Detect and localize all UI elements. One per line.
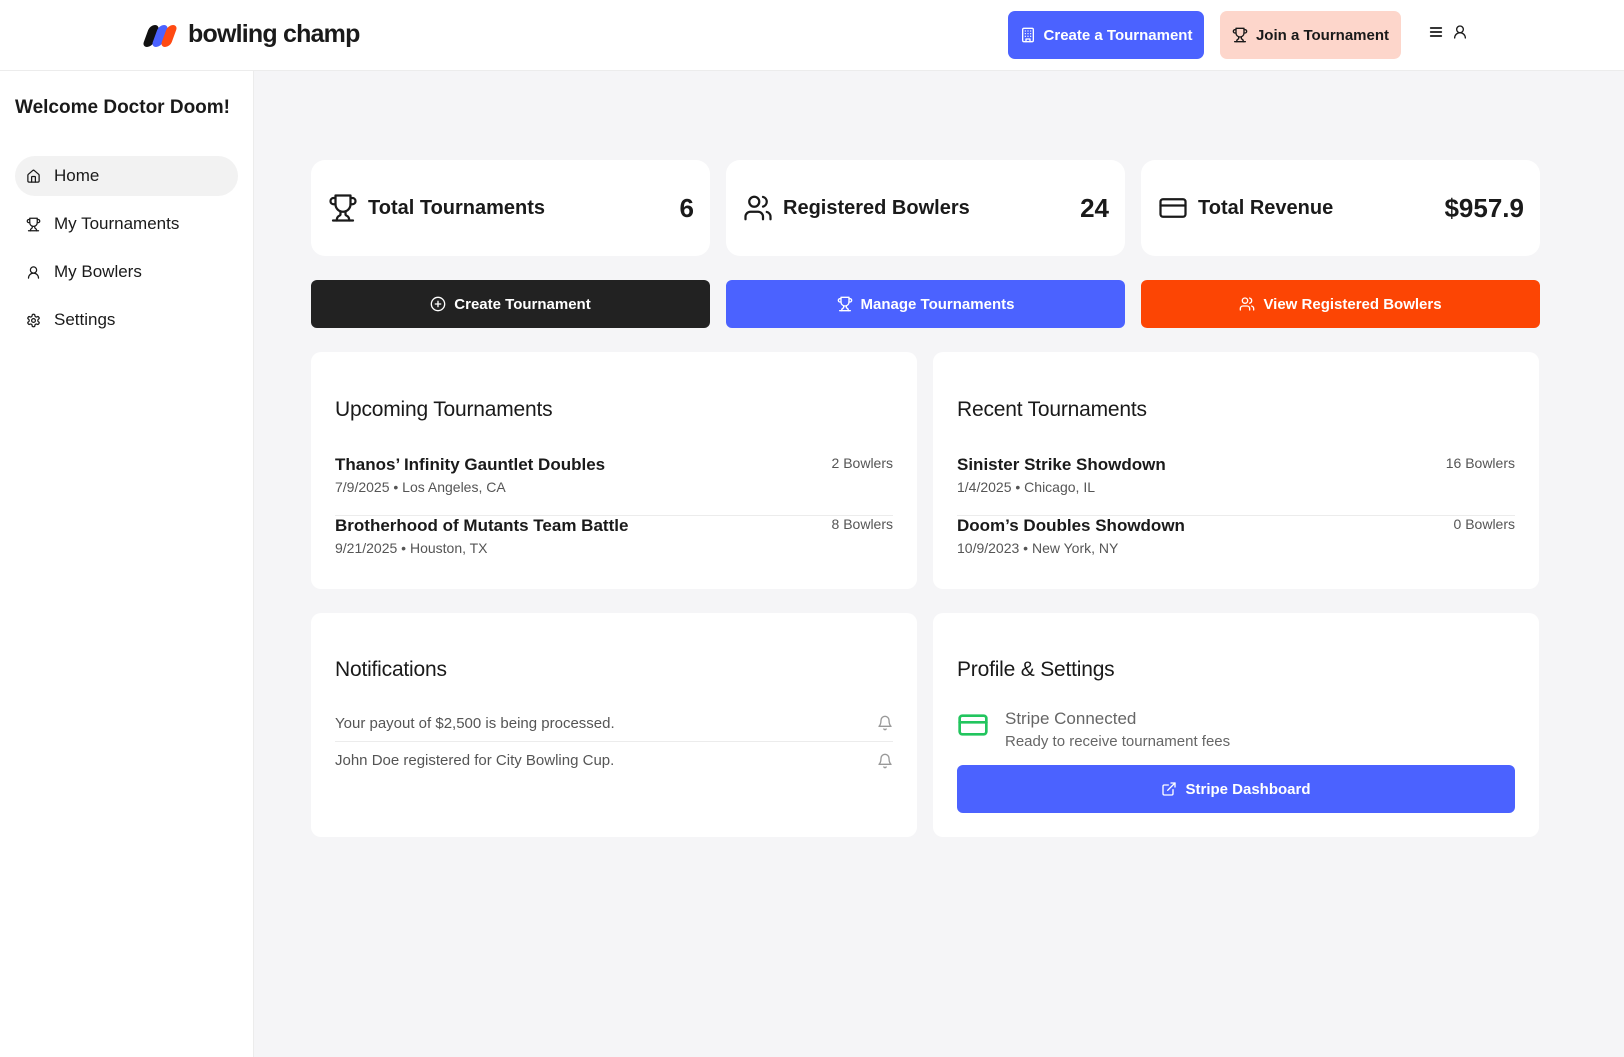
recent-tournaments-panel: Recent Tournaments Sinister Strike Showd… — [933, 352, 1539, 589]
tournament-meta: 1/4/2025 • Chicago, IL — [957, 479, 1095, 495]
create-tournament-button[interactable]: Create Tournament — [311, 280, 710, 328]
stripe-status-title: Stripe Connected — [1005, 709, 1137, 728]
tournament-row[interactable]: Thanos’ Infinity Gauntlet Doubles 7/9/20… — [335, 455, 893, 516]
stat-card-total-tournaments: Total Tournaments 6 — [311, 160, 710, 256]
create-tournament-label: Create Tournament — [454, 295, 591, 313]
tournament-meta: 9/21/2025 • Houston, TX — [335, 540, 488, 556]
sidebar-item-settings[interactable]: Settings — [15, 300, 238, 340]
logo-mark-icon — [141, 22, 179, 48]
stat-card-registered-bowlers: Registered Bowlers 24 — [726, 160, 1125, 256]
view-registered-bowlers-button[interactable]: View Registered Bowlers — [1141, 280, 1540, 328]
panel-title: Profile & Settings — [957, 658, 1115, 681]
notification-text: Your payout of $2,500 is being processed… — [335, 714, 615, 732]
create-tournament-header-label: Create a Tournament — [1043, 26, 1193, 44]
sidebar-item-my-bowlers[interactable]: My Bowlers — [15, 252, 238, 292]
account-menu[interactable] — [1428, 24, 1468, 40]
tournament-row[interactable]: Doom’s Doubles Showdown 10/9/2023 • New … — [957, 516, 1515, 577]
sidebar-item-label: Settings — [54, 310, 116, 329]
stat-card-total-revenue: Total Revenue $957.9 — [1141, 160, 1540, 256]
stat-label: Total Tournaments — [368, 196, 546, 219]
brand-logo[interactable]: bowling champ — [141, 20, 360, 49]
bell-icon — [877, 753, 893, 769]
join-tournament-header-button[interactable]: Join a Tournament — [1220, 11, 1401, 59]
top-bar: bowling champ Create a Tournament Join a… — [0, 0, 1624, 71]
stripe-dashboard-label: Stripe Dashboard — [1185, 780, 1311, 798]
view-registered-bowlers-label: View Registered Bowlers — [1263, 295, 1442, 313]
upcoming-tournaments-panel: Upcoming Tournaments Thanos’ Infinity Ga… — [311, 352, 917, 589]
users-icon — [1240, 297, 1255, 311]
panel-title: Upcoming Tournaments — [335, 398, 553, 421]
home-icon — [24, 167, 42, 185]
notification-text: John Doe registered for City Bowling Cup… — [335, 752, 615, 769]
tournament-meta: 7/9/2025 • Los Angeles, CA — [335, 479, 506, 495]
notification-item[interactable]: Your payout of $2,500 is being processed… — [335, 705, 893, 742]
stat-label: Total Revenue — [1198, 196, 1334, 219]
trophy-icon — [24, 215, 42, 233]
panel-title: Notifications — [335, 658, 447, 681]
bell-icon — [877, 715, 893, 731]
stripe-status: Stripe Connected Ready to receive tourna… — [957, 709, 1230, 750]
tournament-bowler-count: 2 Bowlers — [831, 455, 893, 471]
user-icon — [1454, 25, 1466, 39]
plus-circle-icon — [430, 296, 446, 312]
tournament-name: Sinister Strike Showdown — [957, 455, 1166, 474]
join-tournament-header-label: Join a Tournament — [1255, 26, 1390, 44]
trophy-icon — [837, 296, 852, 312]
sidebar-item-label: My Tournaments — [54, 214, 180, 233]
welcome-heading: Welcome Doctor Doom! — [15, 97, 231, 118]
sidebar-item-label: Home — [54, 166, 100, 185]
sidebar-item-my-tournaments[interactable]: My Tournaments — [15, 204, 238, 244]
trophy-icon — [1232, 27, 1248, 43]
tournament-bowler-count: 0 Bowlers — [1453, 516, 1515, 532]
building-icon — [1021, 27, 1034, 43]
tournament-name: Doom’s Doubles Showdown — [957, 516, 1185, 535]
menu-icon — [1429, 27, 1443, 37]
sidebar-item-home[interactable]: Home — [15, 156, 238, 196]
users-icon — [744, 195, 772, 221]
sidebar: Welcome Doctor Doom! Home My Tournaments… — [0, 71, 254, 1057]
tournament-bowler-count: 8 Bowlers — [831, 516, 893, 532]
sidebar-item-label: My Bowlers — [54, 262, 142, 281]
notification-item[interactable]: John Doe registered for City Bowling Cup… — [335, 742, 893, 779]
stripe-dashboard-button[interactable]: Stripe Dashboard — [957, 765, 1515, 813]
tournament-bowler-count: 16 Bowlers — [1445, 455, 1515, 471]
create-tournament-header-button[interactable]: Create a Tournament — [1008, 11, 1204, 59]
stripe-status-subtitle: Ready to receive tournament fees — [1005, 733, 1231, 750]
tournament-name: Thanos’ Infinity Gauntlet Doubles — [335, 455, 606, 474]
external-link-icon — [1162, 782, 1177, 796]
credit-card-icon — [958, 714, 988, 736]
stat-label: Registered Bowlers — [783, 196, 970, 219]
brand-name: bowling champ — [188, 20, 360, 48]
manage-tournaments-label: Manage Tournaments — [860, 295, 1015, 313]
stat-value: 24 — [1080, 192, 1109, 223]
manage-tournaments-button[interactable]: Manage Tournaments — [726, 280, 1125, 328]
tournament-row[interactable]: Sinister Strike Showdown 1/4/2025 • Chic… — [957, 455, 1515, 516]
sidebar-nav: Home My Tournaments My Bowlers Settings — [15, 156, 238, 348]
tournament-meta: 10/9/2023 • New York, NY — [957, 540, 1119, 556]
tournament-row[interactable]: Brotherhood of Mutants Team Battle 9/21/… — [335, 516, 893, 577]
stat-value: $957.9 — [1444, 192, 1524, 223]
tournament-name: Brotherhood of Mutants Team Battle — [335, 516, 629, 535]
gear-icon — [24, 311, 42, 329]
user-icon — [24, 263, 42, 281]
panel-title: Recent Tournaments — [957, 398, 1147, 421]
profile-settings-panel: Profile & Settings Stripe Connected Read… — [933, 613, 1539, 837]
trophy-icon — [329, 194, 357, 222]
credit-card-icon — [1159, 198, 1187, 218]
stat-value: 6 — [679, 192, 694, 223]
notifications-panel: Notifications Your payout of $2,500 is b… — [311, 613, 917, 837]
